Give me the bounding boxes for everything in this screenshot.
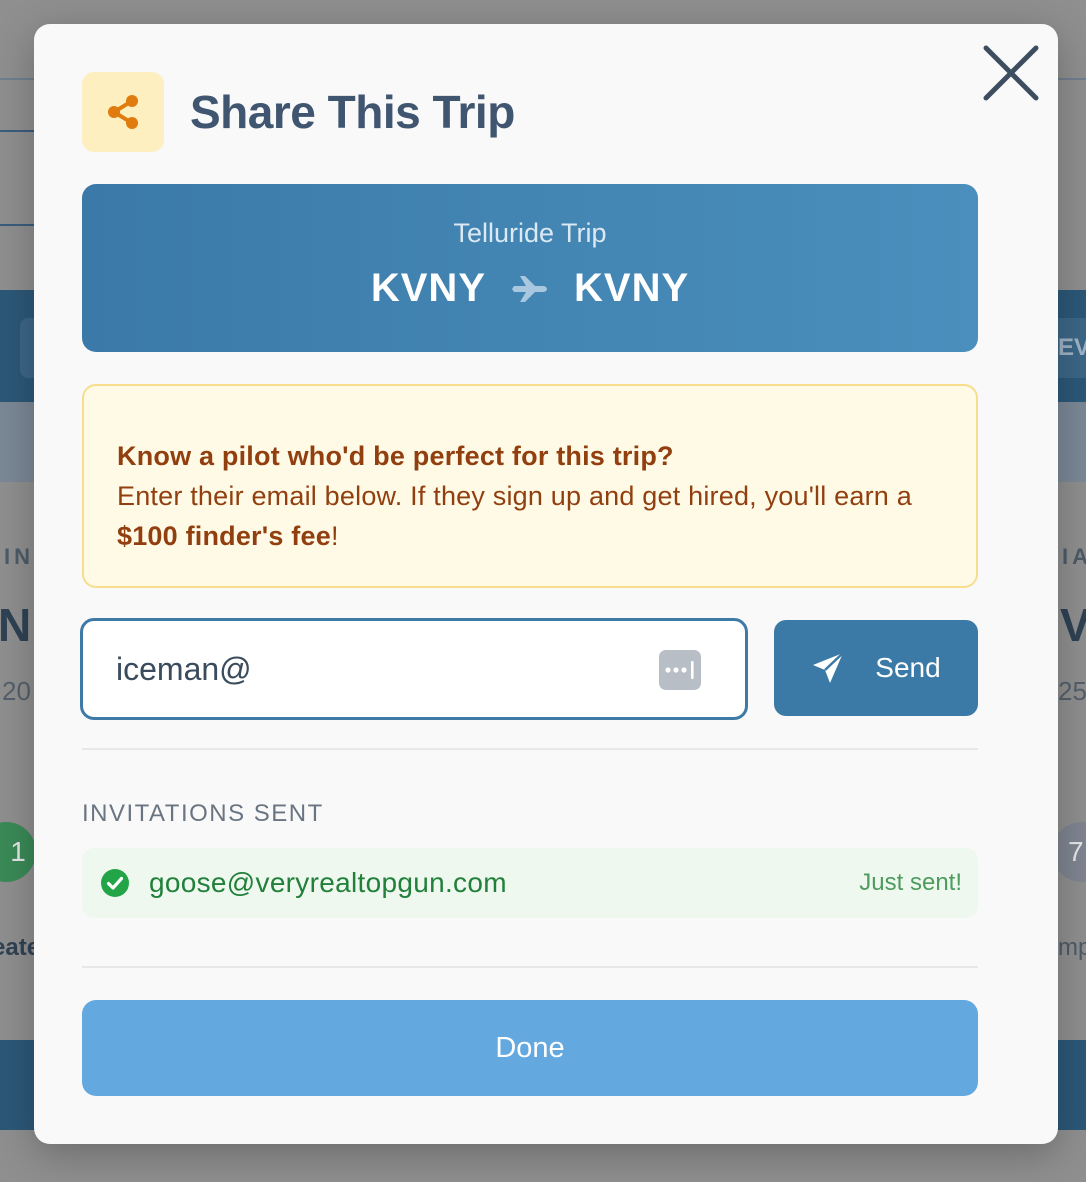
invitations-section-label: INVITATIONS SENT: [82, 800, 324, 827]
referral-body-text: Enter their email below. If they sign up…: [117, 481, 912, 511]
destination-airport: KVNY: [574, 266, 690, 310]
bg-divider: [0, 78, 34, 80]
invite-email-input[interactable]: [116, 621, 636, 717]
referral-text: Know a pilot who'd be perfect for this t…: [117, 436, 976, 556]
referral-body-suffix: !: [330, 521, 339, 551]
trip-route-card: Telluride Trip KVNY KVNY: [82, 184, 978, 352]
close-button[interactable]: [982, 44, 1040, 102]
close-icon: [983, 45, 1039, 101]
origin-airport: KVNY: [370, 266, 486, 310]
trip-name: Telluride Trip: [453, 218, 607, 248]
finder-fee-highlight: $100 finder's fee: [117, 521, 331, 551]
bg-text: mp: [1058, 934, 1086, 961]
referral-body: Enter their email below. If they sign up…: [117, 476, 976, 556]
footer-divider: [82, 966, 978, 968]
send-icon: [813, 652, 845, 683]
bg-text: 25: [1058, 676, 1086, 706]
bg-heading: N: [0, 599, 32, 651]
section-divider: [82, 748, 978, 750]
bg-text: 20: [2, 676, 31, 706]
check-circle-icon: [101, 869, 129, 897]
bg-button-text: EV: [1058, 334, 1086, 361]
share-icon-badge: [82, 72, 164, 152]
bg-step-badge: 1: [0, 822, 36, 882]
invitation-email: goose@veryrealtopgun.com: [149, 867, 507, 898]
done-button[interactable]: Done: [82, 1000, 978, 1096]
bg-button: [20, 318, 34, 378]
bg-label: IN: [4, 544, 34, 569]
bg-label: IA: [1062, 544, 1086, 569]
share-icon: [108, 95, 138, 129]
email-input-container: [80, 618, 748, 720]
bg-heading: V: [1060, 599, 1086, 651]
referral-headline: Know a pilot who'd be perfect for this t…: [117, 441, 674, 471]
bg-divider: [1058, 78, 1086, 80]
password-manager-icon[interactable]: [659, 650, 701, 690]
send-button-label: Send: [875, 652, 941, 683]
bg-tab-underline: [0, 130, 34, 132]
modal-title: Share This Trip: [190, 86, 515, 138]
airplane-icon: [512, 275, 548, 303]
invitation-status: Just sent!: [859, 869, 962, 896]
modal-header: Share This Trip: [82, 72, 515, 152]
route-row: KVNY KVNY: [82, 266, 978, 311]
share-trip-modal: Share This Trip Telluride Trip KVNY KVNY…: [34, 24, 1058, 1144]
invitation-item: goose@veryrealtopgun.com Just sent!: [82, 848, 978, 918]
bg-tab-underline: [0, 224, 34, 226]
send-button[interactable]: Send: [774, 620, 978, 716]
referral-notice: Know a pilot who'd be perfect for this t…: [82, 384, 978, 588]
